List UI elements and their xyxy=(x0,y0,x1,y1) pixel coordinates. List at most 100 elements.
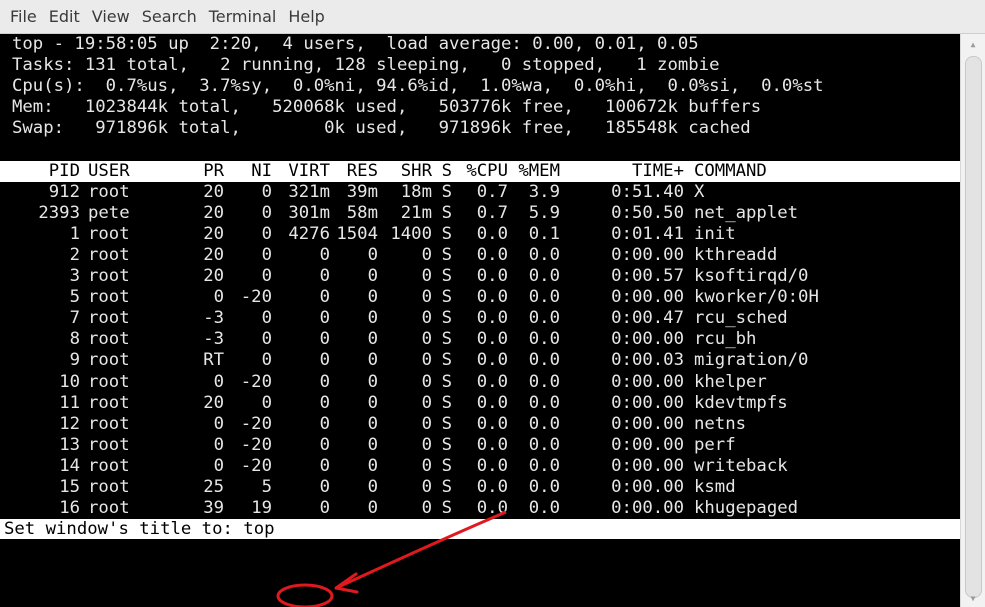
process-row: 10 root 0 -20 0 0 0 S 0.0 0.0 0:00.00 khelper xyxy=(0,372,960,393)
cell-time: 0:00.00 xyxy=(611,476,684,497)
cell-mem: 0.0 xyxy=(528,476,560,497)
cell-virt: 321m xyxy=(288,181,330,202)
cell-s: S xyxy=(441,434,452,455)
menu-file[interactable]: File xyxy=(10,7,37,26)
cell-pid: 2393 xyxy=(38,202,80,223)
process-row: 12 root 0 -20 0 0 0 S 0.0 0.0 0:00.00 netns xyxy=(0,414,960,435)
cell-cpu: 0.0 xyxy=(476,308,508,329)
cell-cpu: 0.7 xyxy=(476,202,508,223)
cell-virt: 0 xyxy=(319,287,330,308)
summary-uptime-line: top - 19:58:05 up 2:20, 4 users, load av… xyxy=(12,34,699,54)
cell-user: root xyxy=(88,266,130,287)
cell-user: root xyxy=(88,476,130,497)
menu-search[interactable]: Search xyxy=(142,7,197,26)
cell-user: root xyxy=(88,392,130,413)
cell-s: S xyxy=(441,413,452,434)
terminal-screen[interactable]: top - 19:58:05 up 2:20, 4 users, load av… xyxy=(0,34,960,607)
menu-bar: File Edit View Search Terminal Help xyxy=(0,0,985,34)
cell-s: S xyxy=(441,392,452,413)
menu-terminal[interactable]: Terminal xyxy=(209,7,277,26)
process-row: 16 root 39 19 0 0 0 S 0.0 0.0 0:00.00 khugepaged xyxy=(0,498,960,519)
process-row: 5 root 0 -20 0 0 0 S 0.0 0.0 0:00.00 kworker/0:0H xyxy=(0,287,960,308)
cell-pr: RT xyxy=(203,350,224,371)
cell-time: 0:00.00 xyxy=(611,329,684,350)
cell-res: 39m xyxy=(346,181,378,202)
cell-time: 0:50.50 xyxy=(611,202,684,223)
cell-mem: 0.1 xyxy=(528,223,560,244)
cell-shr: 0 xyxy=(421,371,432,392)
cell-s: S xyxy=(441,287,452,308)
cell-res: 0 xyxy=(367,413,378,434)
cell-s: S xyxy=(441,308,452,329)
vertical-scrollbar[interactable]: ▲ ▼ xyxy=(960,34,985,607)
cell-mem: 0.0 xyxy=(528,371,560,392)
cell-mem: 0.0 xyxy=(528,266,560,287)
cell-shr: 18m xyxy=(400,181,432,202)
cell-command: X xyxy=(694,181,705,202)
cell-pid: 912 xyxy=(48,181,80,202)
cell-cpu: 0.0 xyxy=(476,329,508,350)
cell-cpu: 0.0 xyxy=(476,371,508,392)
scroll-down-arrow-icon[interactable]: ▼ xyxy=(961,594,985,603)
cell-s: S xyxy=(441,223,452,244)
process-row: 8 root -3 0 0 0 0 S 0.0 0.0 0:00.00 rcu_bh xyxy=(0,329,960,350)
cell-shr: 0 xyxy=(421,350,432,371)
cell-shr: 0 xyxy=(421,455,432,476)
cell-pid: 3 xyxy=(69,266,80,287)
process-row: 15 root 25 5 0 0 0 S 0.0 0.0 0:00.00 ksmd xyxy=(0,477,960,498)
cell-user: root xyxy=(88,434,130,455)
scrollbar-thumb[interactable] xyxy=(965,56,982,598)
cell-res: 0 xyxy=(367,498,378,519)
header-user: USER xyxy=(88,160,130,181)
cell-pr: 39 xyxy=(203,498,224,519)
cell-res: 0 xyxy=(367,476,378,497)
cell-s: S xyxy=(441,498,452,519)
cell-ni: 5 xyxy=(261,476,272,497)
menu-view[interactable]: View xyxy=(92,7,130,26)
cell-mem: 0.0 xyxy=(528,329,560,350)
cell-cpu: 0.0 xyxy=(476,223,508,244)
menu-edit[interactable]: Edit xyxy=(49,7,80,26)
cell-mem: 0.0 xyxy=(528,413,560,434)
cell-res: 0 xyxy=(367,287,378,308)
cell-shr: 0 xyxy=(421,498,432,519)
cell-time: 0:00.00 xyxy=(611,392,684,413)
cell-shr: 0 xyxy=(421,287,432,308)
cell-pid: 2 xyxy=(69,244,80,265)
process-row: 3 root 20 0 0 0 0 S 0.0 0.0 0:00.57 ksoftirqd/0 xyxy=(0,266,960,287)
prompt-input-value[interactable]: top xyxy=(243,519,274,539)
cell-ni: 0 xyxy=(261,350,272,371)
cell-shr: 0 xyxy=(421,434,432,455)
process-row: 7 root -3 0 0 0 0 S 0.0 0.0 0:00.47 rcu_sched xyxy=(0,308,960,329)
cell-virt: 0 xyxy=(319,329,330,350)
cell-ni: -20 xyxy=(240,455,272,476)
cell-time: 0:00.57 xyxy=(611,266,684,287)
cell-time: 0:00.00 xyxy=(611,455,684,476)
header-command: COMMAND xyxy=(694,160,767,181)
cell-ni: 0 xyxy=(261,392,272,413)
menu-help[interactable]: Help xyxy=(288,7,324,26)
cell-virt: 0 xyxy=(319,455,330,476)
cell-s: S xyxy=(441,202,452,223)
cell-user: root xyxy=(88,287,130,308)
cell-pr: 20 xyxy=(203,266,224,287)
cell-cpu: 0.0 xyxy=(476,287,508,308)
process-row: 9 root RT 0 0 0 0 S 0.0 0.0 0:00.03 migration/0 xyxy=(0,350,960,371)
cell-virt: 0 xyxy=(319,413,330,434)
cell-time: 0:00.00 xyxy=(611,287,684,308)
cell-pr: 20 xyxy=(203,244,224,265)
cell-command: perf xyxy=(694,434,736,455)
cell-cpu: 0.0 xyxy=(476,476,508,497)
cell-pr: 0 xyxy=(213,371,224,392)
scroll-up-arrow-icon[interactable]: ▲ xyxy=(961,40,985,49)
cell-mem: 0.0 xyxy=(528,498,560,519)
cell-res: 1504 xyxy=(336,223,378,244)
cell-virt: 0 xyxy=(319,371,330,392)
cell-shr: 0 xyxy=(421,266,432,287)
cell-shr: 0 xyxy=(421,476,432,497)
cell-pid: 12 xyxy=(59,413,80,434)
title-prompt-line[interactable]: Set window's title to: top xyxy=(0,519,960,540)
cell-user: root xyxy=(88,455,130,476)
cell-pr: 0 xyxy=(213,287,224,308)
cell-user: root xyxy=(88,498,130,519)
